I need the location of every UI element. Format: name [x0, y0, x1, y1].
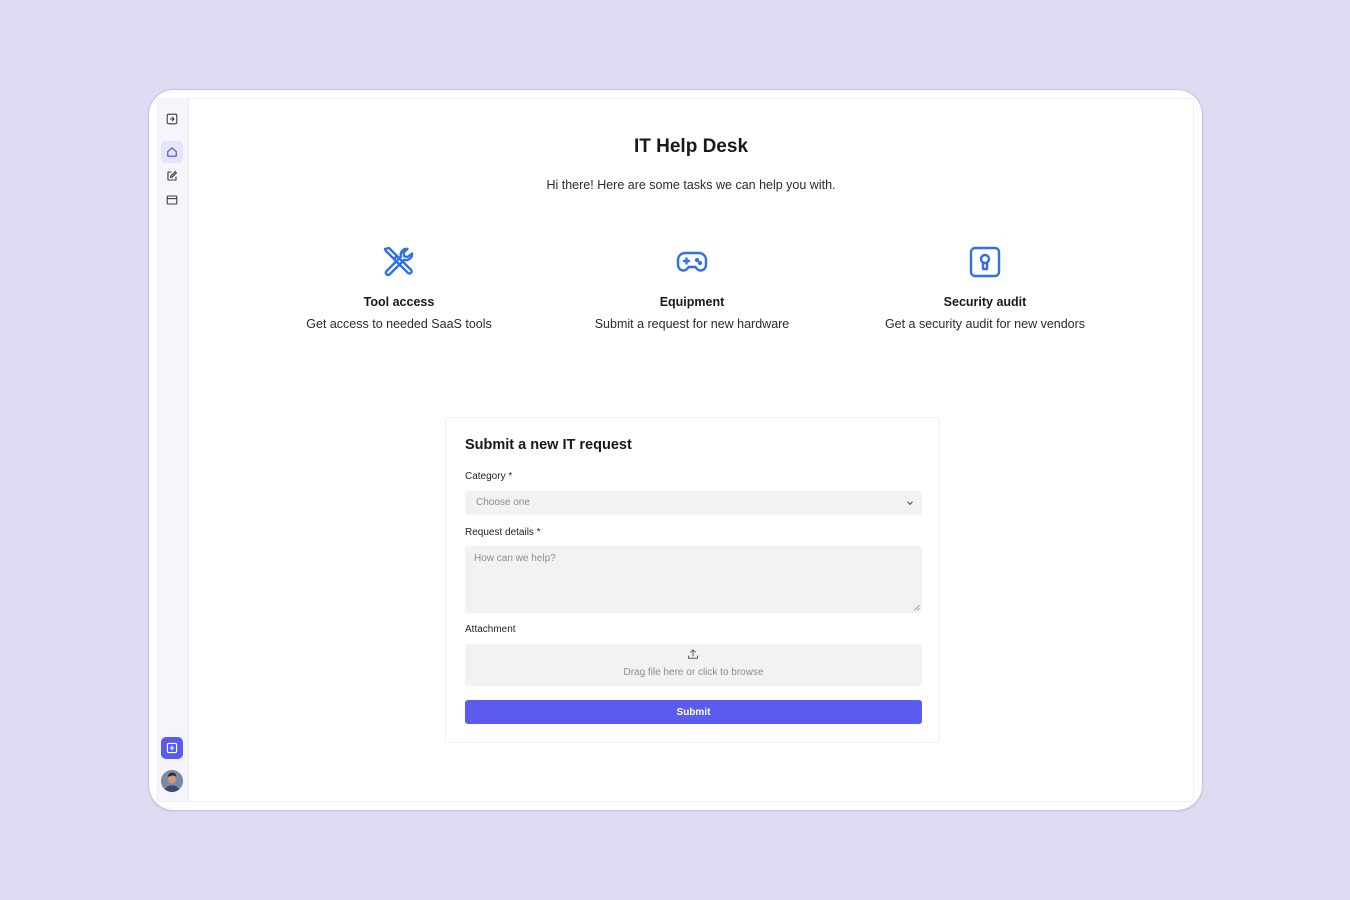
lock-icon: [966, 243, 1004, 281]
task-title: Tool access: [363, 295, 435, 309]
task-tool-access[interactable]: Tool access Get access to needed SaaS to…: [269, 243, 529, 331]
task-title: Equipment: [659, 295, 725, 309]
details-textarea[interactable]: How can we help?: [465, 546, 922, 613]
chevron-down-icon: [907, 501, 913, 506]
task-description: Get access to needed SaaS tools: [306, 317, 492, 331]
page-subtitle: Hi there! Here are some tasks we can hel…: [546, 178, 836, 192]
page-title: IT Help Desk: [633, 136, 749, 157]
main-content: IT Help Desk Hi there! Here are some tas…: [189, 99, 1193, 801]
add-icon[interactable]: [161, 737, 183, 759]
details-placeholder: How can we help?: [474, 553, 556, 564]
task-title: Security audit: [943, 295, 1027, 309]
category-label: Category *: [465, 471, 513, 482]
category-select[interactable]: Choose one: [465, 491, 922, 515]
request-form-card: Submit a new IT request Category * Choos…: [445, 417, 940, 743]
sidebar: [158, 99, 189, 801]
user-avatar[interactable]: [161, 770, 183, 792]
window-icon[interactable]: [161, 189, 183, 211]
device-frame: IT Help Desk Hi there! Here are some tas…: [148, 89, 1203, 811]
gamepad-icon: [673, 243, 711, 281]
attachment-hint: Drag file here or click to browse: [623, 667, 764, 678]
attachment-dropzone[interactable]: Drag file here or click to browse: [465, 644, 922, 686]
attachment-label: Attachment: [465, 624, 516, 635]
submit-button[interactable]: Submit: [465, 700, 922, 724]
form-title: Submit a new IT request: [465, 437, 632, 453]
resize-handle-icon[interactable]: [913, 604, 920, 611]
details-label: Request details *: [465, 527, 541, 538]
app-screen: IT Help Desk Hi there! Here are some tas…: [157, 98, 1194, 802]
task-description: Get a security audit for new vendors: [884, 317, 1086, 331]
home-icon[interactable]: [161, 141, 183, 163]
tools-icon: [380, 243, 418, 281]
task-security-audit[interactable]: Security audit Get a security audit for …: [855, 243, 1115, 331]
upload-icon: [688, 649, 698, 659]
expand-panel-icon[interactable]: [161, 108, 183, 130]
task-equipment[interactable]: Equipment Submit a request for new hardw…: [562, 243, 822, 331]
edit-icon[interactable]: [161, 165, 183, 187]
task-description: Submit a request for new hardware: [594, 317, 790, 331]
category-placeholder: Choose one: [476, 497, 530, 508]
